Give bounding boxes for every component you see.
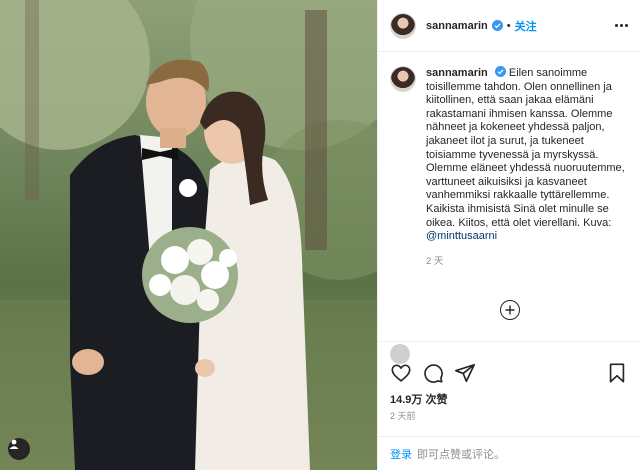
login-link[interactable]: 登录 [390,446,412,462]
verified-badge-icon [491,20,503,31]
caption-verified-badge-icon [494,66,506,77]
dot-separator: • [506,19,511,32]
post-side-panel: sannamarin • 关注 sannamarin Eilen sanoimm… [377,0,640,470]
load-more-comments-icon[interactable] [500,300,520,320]
likes-count[interactable]: 14.9万 次赞 [390,391,447,407]
user-tag-icon [9,439,19,449]
caption-text: sannamarin Eilen sanoimme toisillemme ta… [426,66,626,268]
comment-bubble-icon[interactable] [422,362,444,384]
caption-username[interactable]: sannamarin [426,67,488,79]
paper-plane-icon[interactable] [454,362,476,384]
caption-mention-link[interactable]: @minttusaarni [426,230,497,242]
login-prompt-text: 即可点赞或评论。 [417,448,505,461]
comment-avatar[interactable] [390,344,410,364]
login-prompt: 登录 即可点赞或评论。 [378,436,640,470]
post-header: sannamarin • 关注 [378,0,640,52]
comment-peek [390,344,410,364]
header-username[interactable]: sannamarin [426,20,488,32]
post-photo[interactable] [0,0,377,470]
caption-row: sannamarin Eilen sanoimme toisillemme ta… [390,66,628,268]
photo-user-tag-button[interactable] [8,438,30,460]
follow-button[interactable]: 关注 [515,18,537,34]
caption-content: Eilen sanoimme toisillemme tahdon. Olen … [426,67,625,229]
caption-timestamp[interactable]: 2 天 [426,255,626,269]
avatar[interactable] [390,12,416,39]
post-actions [390,362,628,384]
bookmark-icon[interactable] [606,362,628,384]
comments-area: sannamarin Eilen sanoimme toisillemme ta… [378,52,640,342]
post-age[interactable]: 2 天前 [390,409,416,422]
caption-avatar[interactable] [390,66,416,92]
wedding-photo-illustration [0,0,377,470]
more-options-icon[interactable] [615,20,628,31]
heart-icon[interactable] [390,362,412,384]
